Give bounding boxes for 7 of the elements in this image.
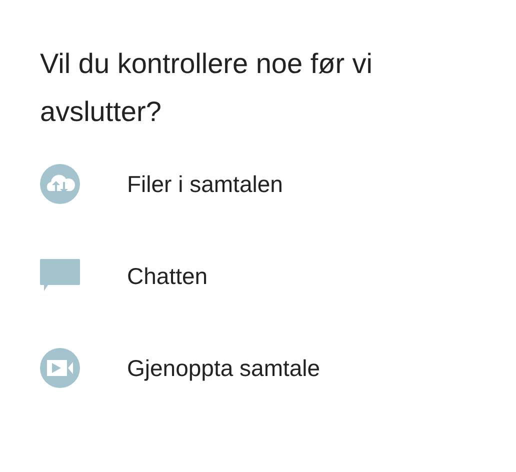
dialog-title: Vil du kontrollere noe før vi avslutter? — [40, 47, 374, 129]
video-camera-icon — [40, 348, 80, 388]
option-link[interactable]: Gjenoppta samtale — [40, 348, 476, 388]
option-link[interactable]: Filer i samtalen — [40, 164, 476, 204]
speech-bubble-icon — [40, 259, 80, 293]
cloud-upload-download-icon — [40, 164, 80, 204]
option-link[interactable]: Chatten — [40, 256, 476, 296]
